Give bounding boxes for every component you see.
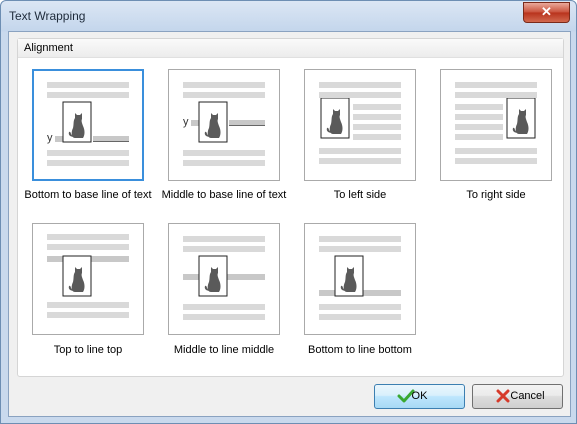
text-line	[47, 160, 129, 166]
text-line	[319, 148, 401, 154]
option-label: Bottom to line bottom	[308, 344, 412, 356]
wrap-preview	[455, 82, 537, 164]
text-line	[455, 148, 537, 154]
cat-image-icon	[198, 101, 228, 143]
preview-thumbnail[interactable]	[440, 69, 552, 181]
option-label: Top to line top	[53, 344, 123, 356]
option-label: Middle to line middle	[173, 344, 275, 356]
text-line	[183, 150, 265, 156]
text-line	[183, 236, 265, 242]
text-line	[183, 160, 265, 166]
option-label: Bottom to base line of text	[24, 189, 152, 201]
cancel-label: Cancel	[510, 390, 545, 402]
text-line	[55, 136, 63, 142]
wrap-preview: y	[47, 82, 129, 166]
text-line	[319, 158, 401, 164]
baseline-glyph: y	[47, 132, 53, 144]
text-line	[455, 158, 537, 164]
text-line	[455, 92, 537, 98]
text-line	[47, 82, 129, 88]
window-title: Text Wrapping	[9, 9, 86, 23]
dialog-client-area: Alignment y Bottom to base line of text …	[8, 31, 571, 417]
cat-image-icon	[320, 97, 350, 139]
cat-image-icon	[334, 255, 364, 297]
option-label: To left side	[333, 189, 387, 201]
ok-label: OK	[411, 390, 428, 402]
text-line	[455, 124, 503, 130]
text-line	[47, 244, 129, 250]
ok-button[interactable]: OK	[374, 384, 465, 409]
wrap-preview	[183, 236, 265, 320]
wrap-preview	[319, 236, 401, 320]
text-line	[183, 314, 265, 320]
text-line	[47, 302, 129, 308]
close-icon: ✕	[541, 4, 552, 19]
text-line	[47, 312, 129, 318]
baseline	[93, 141, 129, 142]
text-line	[191, 120, 199, 126]
text-line	[319, 246, 401, 252]
close-button[interactable]: ✕	[523, 2, 570, 23]
text-line	[455, 114, 503, 120]
text-line	[455, 82, 537, 88]
text-line	[319, 92, 401, 98]
text-line	[353, 124, 401, 130]
dialog-window: Text Wrapping ✕ Alignment y Bottom to ba…	[0, 0, 577, 424]
baseline	[229, 125, 265, 126]
wrap-preview	[319, 82, 401, 164]
text-line	[183, 304, 265, 310]
text-line	[319, 82, 401, 88]
preview-thumbnail[interactable]	[304, 69, 416, 181]
text-line	[319, 304, 401, 310]
preview-thumbnail[interactable]	[168, 223, 280, 335]
alignment-group: Alignment y Bottom to base line of text …	[17, 38, 564, 377]
wrap-preview	[47, 234, 129, 318]
text-line	[455, 134, 503, 140]
cancel-button[interactable]: Cancel	[472, 384, 563, 409]
preview-thumbnail[interactable]: y	[32, 69, 144, 181]
text-line	[319, 236, 401, 242]
baseline-glyph: y	[183, 116, 189, 128]
preview-thumbnail[interactable]: y	[168, 69, 280, 181]
text-line	[353, 114, 401, 120]
text-line	[353, 104, 401, 110]
text-line	[183, 246, 265, 252]
cat-image-icon	[62, 255, 92, 297]
wrap-preview: y	[183, 82, 265, 166]
text-line	[47, 234, 129, 240]
text-line	[183, 92, 265, 98]
cat-image-icon	[62, 101, 92, 143]
option-label: Middle to base line of text	[161, 189, 287, 201]
option-label: To right side	[466, 189, 526, 201]
group-header: Alignment	[18, 39, 563, 58]
text-line	[47, 150, 129, 156]
group-title: Alignment	[24, 42, 73, 54]
text-line	[455, 104, 503, 110]
text-line	[47, 92, 129, 98]
preview-thumbnail[interactable]	[32, 223, 144, 335]
preview-thumbnail[interactable]	[304, 223, 416, 335]
cat-image-icon	[198, 255, 228, 297]
text-line	[183, 82, 265, 88]
title-bar[interactable]: Text Wrapping ✕	[1, 1, 576, 31]
text-line	[319, 314, 401, 320]
text-line	[353, 134, 401, 140]
cat-image-icon	[506, 97, 536, 139]
